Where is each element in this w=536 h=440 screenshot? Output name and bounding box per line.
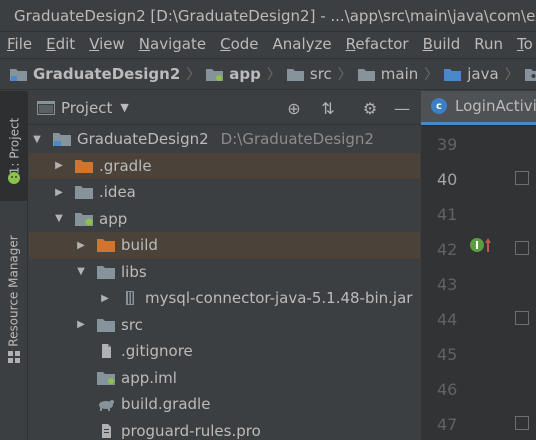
module-folder-icon [53, 133, 71, 147]
collapsed-arrow-icon[interactable]: ▶ [75, 240, 87, 251]
editor-gutter: 39 40 41 42 43 44 45 46 47 [421, 126, 536, 440]
folder-icon [286, 68, 304, 81]
chevron-down-icon[interactable]: ▼ [120, 101, 128, 114]
expanded-arrow-icon[interactable]: ▼ [31, 134, 43, 145]
breadcrumb-java[interactable]: java [444, 65, 499, 83]
folder-icon [97, 318, 115, 332]
project-tree: ▼ GraduateDesign2 D:\GraduateDesign2 ▶ .… [29, 126, 420, 440]
gear-icon[interactable]: ⚙ [361, 99, 379, 118]
tree-row-proguard[interactable]: ▶ proguard-rules.pro [29, 418, 420, 440]
menu-refactor[interactable]: Refactor [339, 35, 416, 53]
line-number: 42 [437, 240, 458, 259]
resource-manager-icon [8, 351, 20, 363]
breadcrumb-com[interactable]: com [524, 65, 536, 83]
chevron-right-icon: 〉 [186, 67, 201, 83]
tree-row-app[interactable]: ▼ app [29, 206, 420, 233]
module-folder-icon [10, 68, 27, 81]
menu-view[interactable]: View [82, 35, 132, 53]
gradle-icon [99, 400, 114, 412]
left-tool-strip: 1: Project Resource Manager [0, 91, 28, 440]
line-number: 40 [437, 170, 458, 189]
line-number: 44 [437, 310, 458, 329]
breadcrumb-app[interactable]: app [206, 65, 261, 83]
line-number: 43 [437, 275, 458, 294]
menu-run[interactable]: Run [467, 35, 510, 53]
expanded-arrow-icon[interactable]: ▼ [75, 266, 87, 277]
menu-file[interactable]: File [0, 35, 39, 53]
file-icon [102, 423, 111, 438]
collapsed-arrow-icon[interactable]: ▶ [99, 293, 111, 304]
folder-orange-icon [97, 239, 115, 253]
fold-marker-icon[interactable] [515, 416, 529, 430]
jar-icon [126, 291, 134, 306]
chevron-right-icon: 〉 [424, 67, 439, 83]
title-bar: GraduateDesign2 [D:\GraduateDesign2] - .… [0, 0, 536, 32]
fold-marker-icon[interactable] [515, 241, 529, 255]
collapsed-arrow-icon[interactable]: ▶ [53, 187, 65, 198]
file-icon [102, 344, 111, 359]
folder-icon [97, 265, 115, 279]
tree-row-src[interactable]: ▶ src [29, 312, 420, 339]
android-icon [8, 172, 20, 184]
locate-icon[interactable]: ⊕ [285, 99, 303, 118]
tab-resource-manager[interactable]: Resource Manager [0, 221, 28, 361]
window-title: GraduateDesign2 [D:\GraduateDesign2] - .… [14, 6, 536, 25]
line-number: 39 [437, 135, 458, 154]
menu-build[interactable]: Build [416, 35, 468, 53]
line-number: 45 [437, 345, 458, 364]
menu-tools[interactable]: To [510, 35, 536, 53]
android-module-icon [206, 68, 224, 81]
tree-row-build-gradle[interactable]: ▶ build.gradle [29, 391, 420, 418]
menu-bar: File Edit View Navigate Code Analyze Ref… [0, 32, 536, 56]
collapsed-arrow-icon[interactable]: ▶ [53, 160, 65, 171]
line-number: 46 [437, 380, 458, 399]
editor-tab-bar: c LoginActivi [421, 90, 536, 125]
project-panel-header: Project ▼ ⊕ ⇅ ⚙ — [29, 91, 420, 125]
folder-icon [357, 68, 375, 81]
menu-analyze[interactable]: Analyze [266, 35, 339, 53]
package-icon [524, 68, 536, 81]
folder-orange-icon [75, 159, 93, 173]
chevron-right-icon: 〉 [504, 67, 519, 83]
source-folder-icon [444, 68, 462, 81]
class-icon: c [431, 98, 447, 114]
editor-area: c LoginActivi 39 40 41 42 43 44 45 46 47 [421, 90, 536, 440]
folder-icon [75, 186, 93, 200]
fold-marker-icon[interactable] [515, 311, 529, 325]
menu-code[interactable]: Code [213, 35, 265, 53]
menu-navigate[interactable]: Navigate [132, 35, 213, 53]
android-module-icon [75, 212, 93, 226]
tree-row-app-iml[interactable]: ▶ app.iml [29, 365, 420, 392]
tree-row-gradle[interactable]: ▶ .gradle [29, 152, 420, 179]
breadcrumb-src[interactable]: src [286, 65, 332, 83]
line-number: 47 [437, 415, 458, 434]
tree-row-idea[interactable]: ▶ .idea [29, 179, 420, 206]
breadcrumb-main[interactable]: main [357, 65, 418, 83]
minimize-icon[interactable]: — [393, 99, 411, 118]
line-number: 41 [437, 205, 458, 224]
tree-row-root[interactable]: ▼ GraduateDesign2 D:\GraduateDesign2 [29, 126, 420, 153]
expanded-arrow-icon[interactable]: ▼ [53, 213, 65, 224]
project-panel: Project ▼ ⊕ ⇅ ⚙ — ▼ GraduateDesign2 D:\G… [29, 91, 420, 440]
chevron-right-icon: 〉 [337, 67, 352, 83]
tree-row-libs[interactable]: ▼ libs [29, 259, 420, 286]
tree-row-build[interactable]: ▶ build [29, 232, 420, 259]
project-view-icon [37, 100, 55, 115]
implements-gutter-icon[interactable] [469, 236, 493, 254]
tab-login-activity[interactable]: c LoginActivi [421, 90, 536, 125]
chevron-right-icon: 〉 [266, 67, 281, 83]
project-panel-title[interactable]: Project [61, 99, 112, 117]
tree-row-gitignore[interactable]: ▶ .gitignore [29, 338, 420, 365]
collapsed-arrow-icon[interactable]: ▶ [75, 319, 87, 330]
breadcrumb-project[interactable]: GraduateDesign2 [10, 65, 180, 83]
menu-edit[interactable]: Edit [39, 35, 82, 53]
tree-row-jar[interactable]: ▶ mysql-connector-java-5.1.48-bin.jar [29, 285, 420, 312]
iml-file-icon [97, 371, 115, 385]
collapse-all-icon[interactable]: ⇅ [319, 99, 337, 118]
fold-marker-icon[interactable] [515, 171, 529, 185]
breadcrumb: GraduateDesign2 〉 app 〉 src 〉 main 〉 jav… [0, 58, 536, 90]
